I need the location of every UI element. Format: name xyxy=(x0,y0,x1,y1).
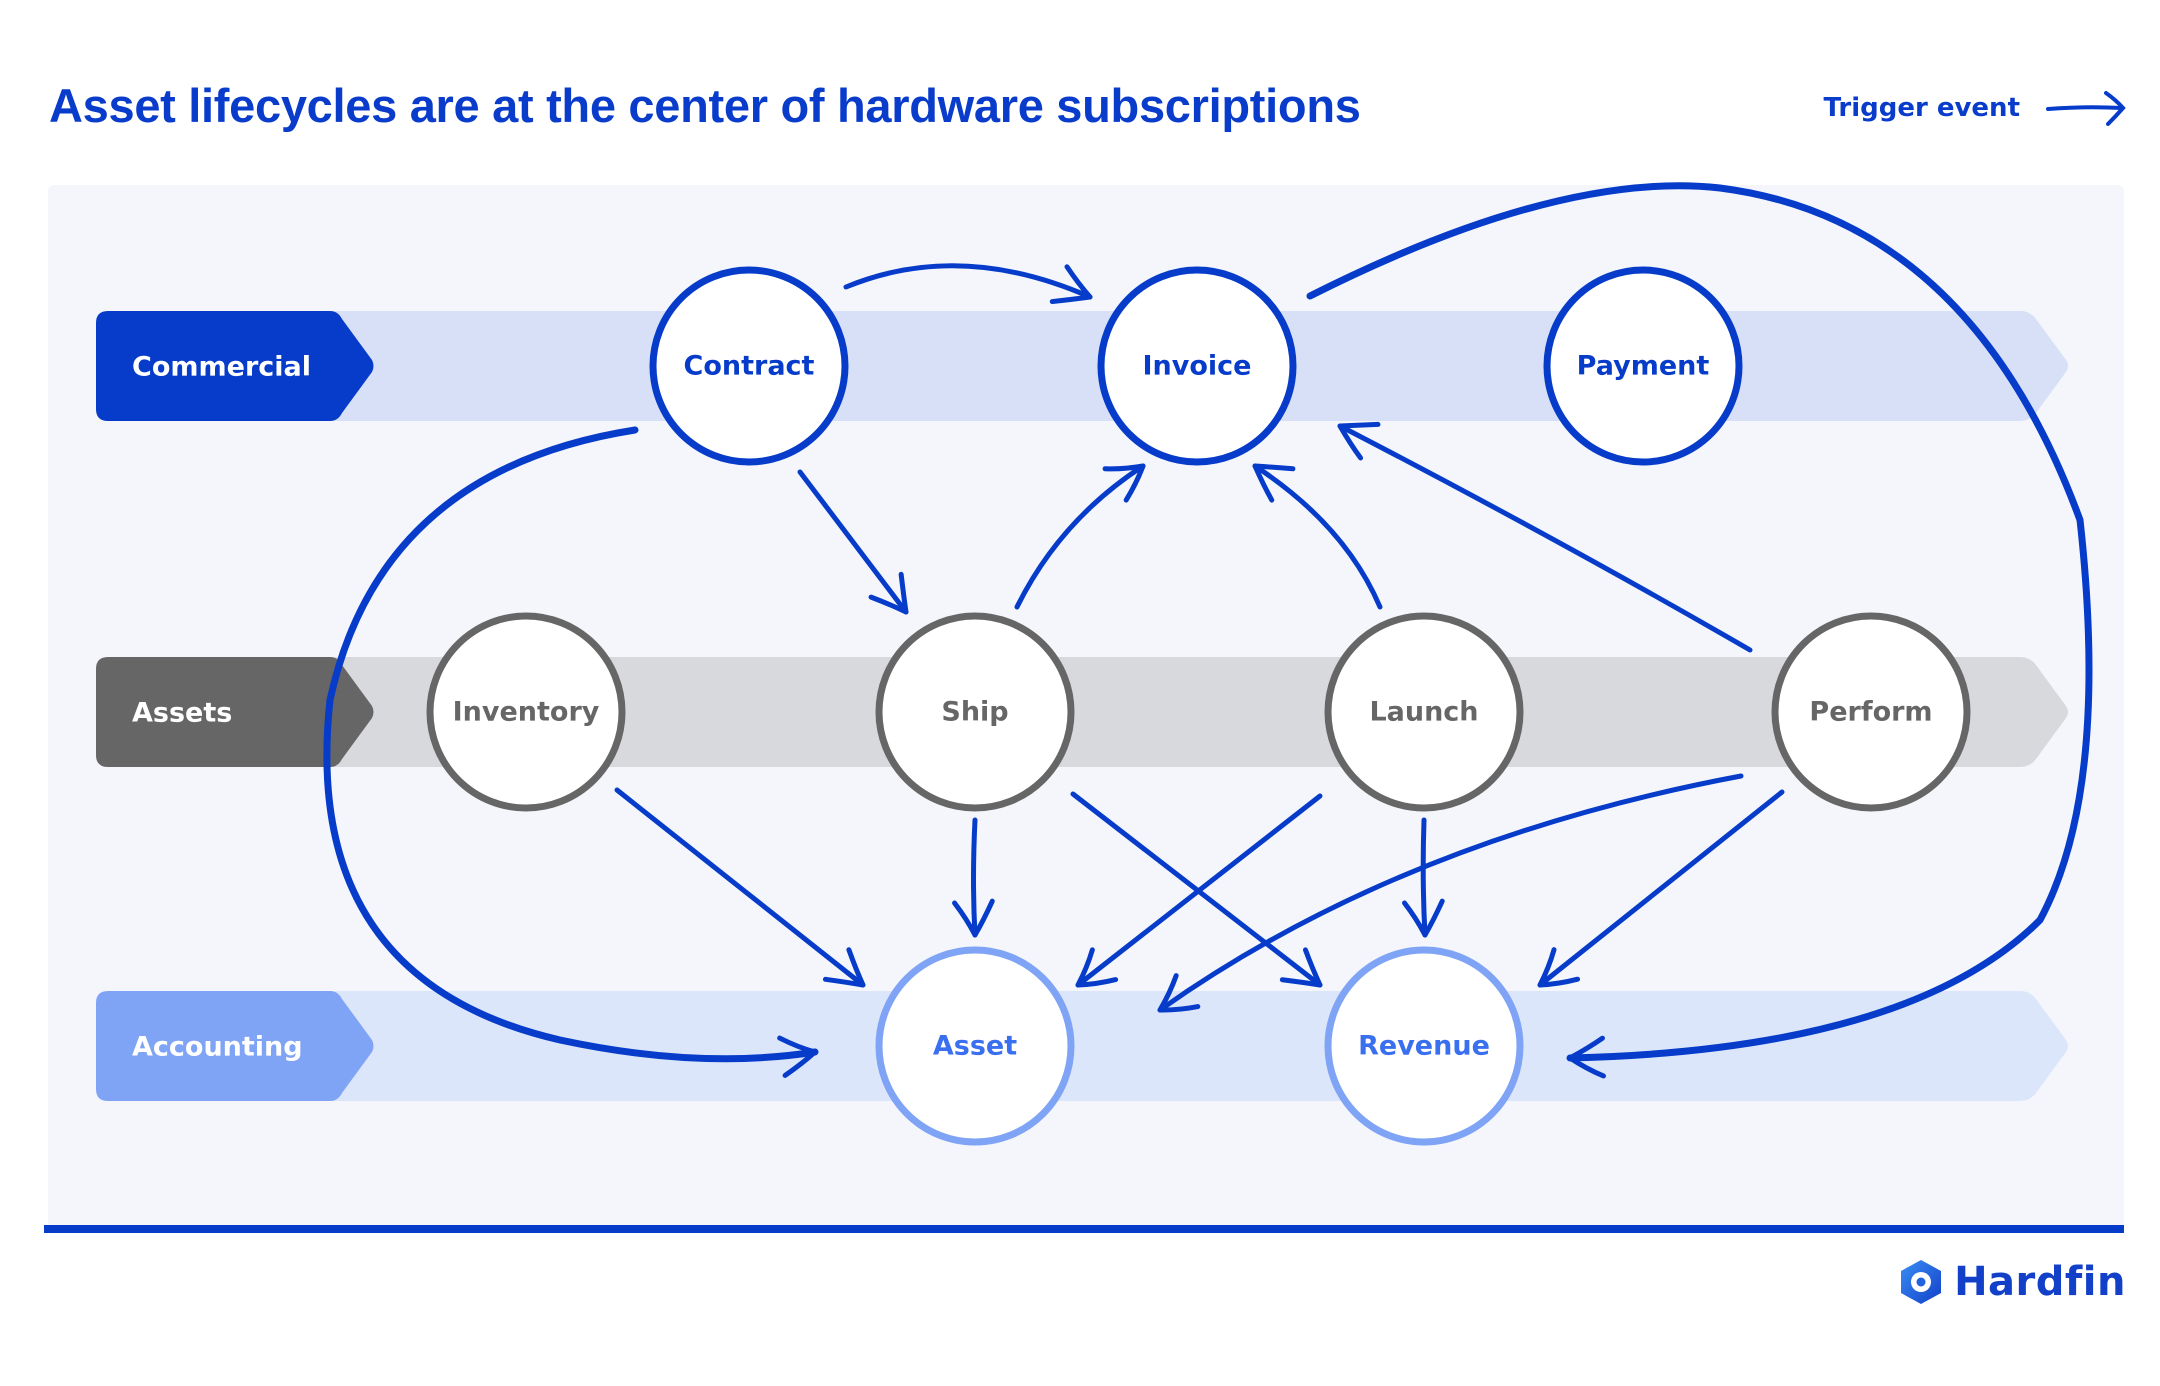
node-invoice[interactable]: Invoice xyxy=(1097,266,1297,466)
lane-label-assets: Assets xyxy=(132,698,232,729)
node-payment[interactable]: Payment xyxy=(1543,266,1743,466)
edge-inventory-to-asset xyxy=(614,787,866,988)
edge-launch-to-invoice xyxy=(1252,463,1383,610)
lane-label-commercial: Commercial xyxy=(132,352,311,383)
node-revenue[interactable]: Revenue xyxy=(1324,946,1524,1146)
node-launch[interactable]: Launch xyxy=(1324,612,1524,812)
edge-line xyxy=(971,817,978,938)
edge-ship-to-invoice xyxy=(1014,463,1146,610)
hardfin-logo-icon xyxy=(1901,1260,1942,1304)
node-label-contract: Contract xyxy=(684,351,815,382)
edge-line xyxy=(614,787,866,988)
edge-line xyxy=(797,469,909,615)
edge-contract-to-invoice xyxy=(843,263,1093,305)
lane-band-accounting xyxy=(150,991,2068,1101)
node-label-ship: Ship xyxy=(941,697,1008,728)
node-label-invoice: Invoice xyxy=(1143,351,1252,382)
brand-logo: Hardfin xyxy=(1898,1258,2126,1306)
lifecycle-diagram: Commercial Assets Accounting Contract Invoi… xyxy=(96,182,2093,1146)
lane-label-accounting: Accounting xyxy=(132,1032,303,1063)
node-label-payment: Payment xyxy=(1577,351,1710,382)
node-contract[interactable]: Contract xyxy=(649,266,849,466)
node-label-launch: Launch xyxy=(1369,697,1478,728)
bottom-rule xyxy=(44,1225,2124,1233)
edge-line xyxy=(1014,463,1146,610)
edge-line xyxy=(1420,817,1428,938)
edge-ship-to-asset xyxy=(952,817,995,938)
brand-name: Hardfin xyxy=(1954,1259,2126,1305)
node-asset[interactable]: Asset xyxy=(875,946,1075,1146)
node-label-revenue: Revenue xyxy=(1358,1031,1490,1062)
edge-perform-to-revenue xyxy=(1537,789,1785,988)
node-inventory[interactable]: Inventory xyxy=(426,612,626,812)
node-ship[interactable]: Ship xyxy=(875,612,1075,812)
node-perform[interactable]: Perform xyxy=(1771,612,1971,812)
edge-line xyxy=(1252,463,1383,610)
node-label-perform: Perform xyxy=(1809,697,1932,728)
node-label-inventory: Inventory xyxy=(453,697,600,728)
edge-launch-to-revenue xyxy=(1402,817,1445,938)
edge-line xyxy=(843,263,1093,300)
edge-line xyxy=(1537,789,1785,988)
edge-contract-to-ship xyxy=(797,469,909,615)
node-label-asset: Asset xyxy=(933,1031,1017,1062)
